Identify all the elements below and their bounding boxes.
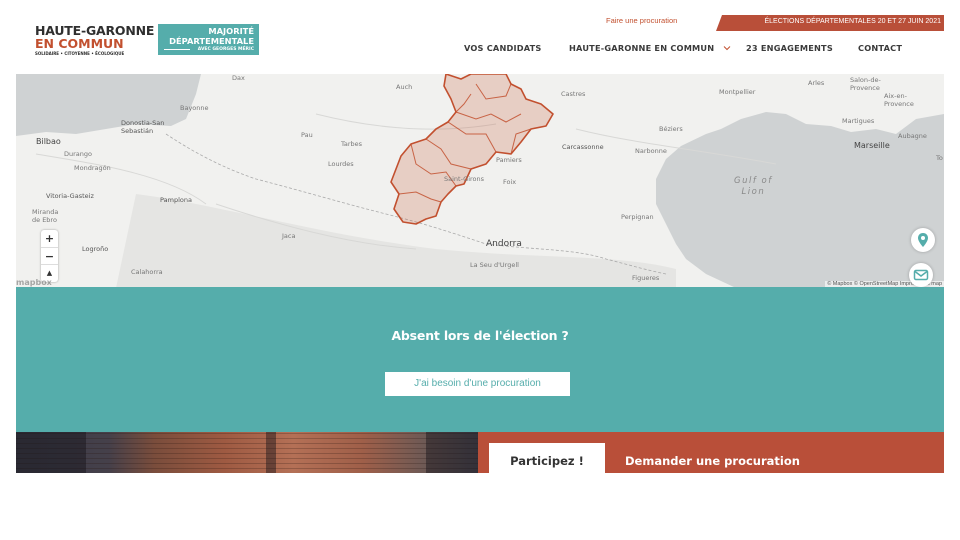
map-label-la-seu: La Seu d'Urgell xyxy=(470,261,519,269)
tab-demander-procuration[interactable]: Demander une procuration xyxy=(625,443,800,473)
nav-haute-garonne-en-commun[interactable]: HAUTE-GARONNE EN COMMUN xyxy=(569,43,714,55)
page: HAUTE-GARONNE EN COMMUN SOLIDAIRE • CITO… xyxy=(0,0,960,540)
map-label-martigues: Martigues xyxy=(842,117,875,125)
map-label-narbonne: Narbonne xyxy=(635,147,667,155)
logo-line2: EN COMMUN xyxy=(35,36,124,51)
map-label-perpignan: Perpignan xyxy=(621,213,654,221)
map-label-toulon: To xyxy=(936,154,943,162)
map-label-logrono: Logroño xyxy=(82,245,109,253)
map-pin-icon xyxy=(918,233,928,247)
tab-participez[interactable]: Participez ! xyxy=(489,443,605,473)
map-label-saint-girons: Saint-Girons xyxy=(444,175,485,183)
procuration-cta-button[interactable]: J'ai besoin d'une procuration xyxy=(385,372,570,396)
mapbox-logo[interactable]: mapbox xyxy=(16,278,52,287)
election-banner: ÉLECTIONS DÉPARTEMENTALES 20 ET 27 JUIN … xyxy=(716,15,944,31)
mail-button[interactable] xyxy=(909,263,933,287)
map-pin-button[interactable] xyxy=(911,228,935,252)
majority-badge: MAJORITÉ DÉPARTEMENTALE AVEC GEORGES MÉR… xyxy=(158,24,259,55)
election-banner-text: ÉLECTIONS DÉPARTEMENTALES 20 ET 27 JUIN … xyxy=(764,18,942,25)
map-zoom-control: + − ▲ xyxy=(41,230,58,282)
map-label-foix: Foix xyxy=(503,178,517,186)
map-label-salon: Salon-de- Provence xyxy=(850,76,881,92)
photo-shadow-left xyxy=(16,432,86,473)
map-label-donostia: Donostia-San Sebastián xyxy=(121,119,165,135)
brick-building-photo xyxy=(16,432,478,473)
map-label-montpellier: Montpellier xyxy=(719,88,756,96)
map-label-pau: Pau xyxy=(301,131,313,139)
map-label-aix: Aix-en- Provence xyxy=(884,92,914,108)
map-label-pamiers: Pamiers xyxy=(496,156,522,164)
map-label-calahorra: Calahorra xyxy=(131,268,163,276)
badge-rule xyxy=(164,49,190,50)
map-label-bayonne: Bayonne xyxy=(180,104,209,112)
absent-section: Absent lors de l'élection ? J'ai besoin … xyxy=(16,287,944,432)
mail-icon xyxy=(913,269,929,281)
map-label-pamplona: Pamplona xyxy=(160,196,192,204)
map-label-mondragon: Mondragón xyxy=(74,164,111,172)
map-label-jaca: Jaca xyxy=(282,232,296,240)
map-label-tarbes: Tarbes xyxy=(341,140,363,148)
map-label-castres: Castres xyxy=(561,90,586,98)
map-label-auch: Auch xyxy=(396,83,413,91)
map-label-durango: Durango xyxy=(64,150,93,158)
map-label-lourdes: Lourdes xyxy=(328,160,354,168)
photo-shadow-right xyxy=(426,432,478,473)
logo-tagline: SOLIDAIRE • CITOYENNE • ÉCOLOGIQUE xyxy=(35,51,125,56)
map-label-arles: Arles xyxy=(808,79,825,87)
candidates-map[interactable]: Dax Auch Castres Montpellier Arles Salon… xyxy=(16,74,944,288)
map-label-gulf-of-lion: Gulf of Lion xyxy=(734,176,773,197)
participate-tabs: Participez ! Demander une procuration xyxy=(478,432,944,473)
map-label-aubagne: Aubagne xyxy=(898,132,927,140)
map-label-beziers: Béziers xyxy=(659,125,683,133)
chevron-down-icon[interactable] xyxy=(723,44,731,52)
zoom-in-button[interactable]: + xyxy=(41,230,58,247)
site-header: HAUTE-GARONNE EN COMMUN SOLIDAIRE • CITO… xyxy=(0,0,960,74)
map-label-miranda: Miranda de Ebro xyxy=(32,208,59,224)
map-label-bilbao: Bilbao xyxy=(36,137,61,146)
zoom-out-button[interactable]: − xyxy=(41,247,58,264)
map-label-figueres: Figueres xyxy=(632,274,660,282)
map-label-vitoria: Vitoria-Gasteiz xyxy=(46,192,94,200)
map-label-marseille: Marseille xyxy=(854,141,890,150)
procuration-link[interactable]: Faire une procuration xyxy=(606,16,677,25)
absent-title: Absent lors de l'élection ? xyxy=(391,328,569,343)
nav-23-engagements[interactable]: 23 ENGAGEMENTS xyxy=(746,43,833,55)
map-label-andorra: Andorra xyxy=(486,239,522,249)
site-logo[interactable]: HAUTE-GARONNE EN COMMUN SOLIDAIRE • CITO… xyxy=(35,24,155,60)
participate-banner: Participez ! Demander une procuration xyxy=(16,432,944,473)
nav-vos-candidats[interactable]: VOS CANDIDATS xyxy=(464,43,542,55)
map-label-carcassonne: Carcassonne xyxy=(562,143,604,151)
badge-line2: DÉPARTEMENTALE xyxy=(169,35,254,46)
map-label-dax: Dax xyxy=(232,74,245,82)
nav-contact[interactable]: CONTACT xyxy=(858,43,902,55)
photo-shadow-mid xyxy=(266,432,276,473)
